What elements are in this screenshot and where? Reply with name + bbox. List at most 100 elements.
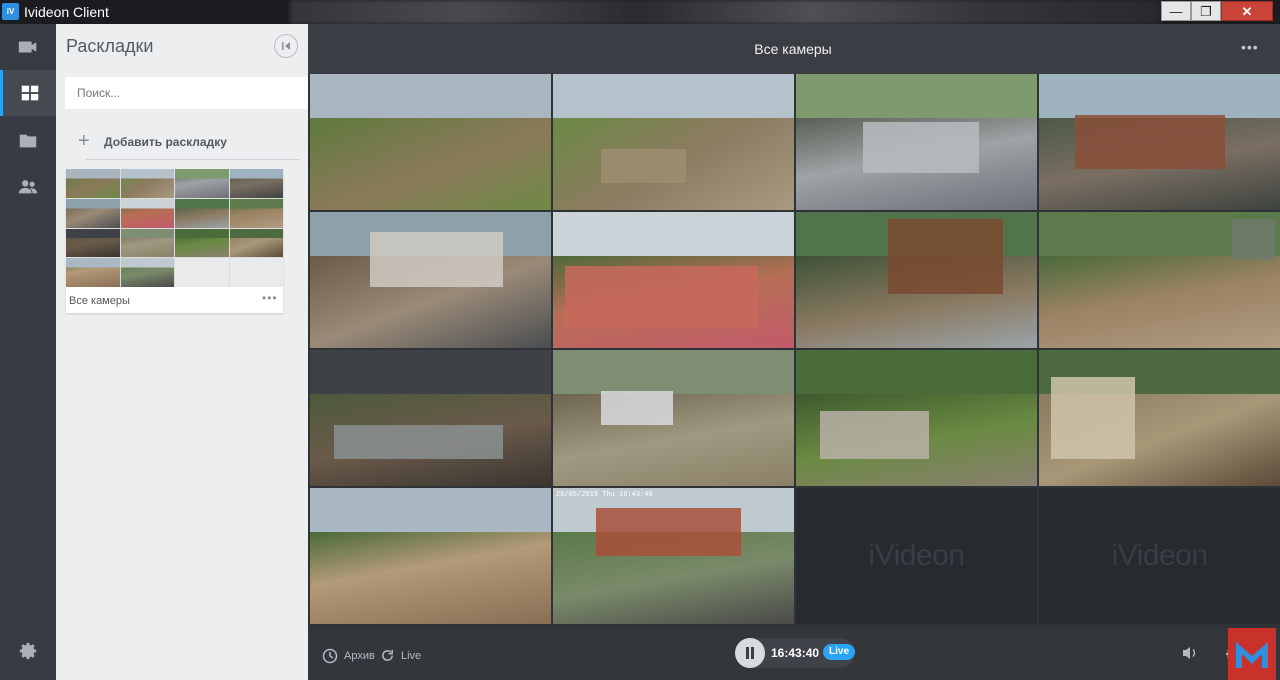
camera-feed-structure: [1051, 377, 1136, 459]
camera-feed-sky: [796, 350, 1037, 394]
ivideon-app-icon: iV: [2, 3, 19, 20]
camera-tile[interactable]: [553, 74, 794, 210]
nav-settings[interactable]: [0, 628, 56, 674]
camera-feed-sky: [310, 74, 551, 118]
panel-divider: [86, 159, 300, 160]
layout-thumbnail-cell: [175, 258, 229, 287]
collapse-left-icon: [282, 42, 290, 50]
camera-feed-structure: [565, 266, 758, 328]
camera-tile[interactable]: [796, 74, 1037, 210]
layouts-panel: Раскладки + Добавить раскладку Все камер…: [56, 24, 308, 680]
nav-rail: [0, 24, 56, 680]
camera-feed-ground: [310, 531, 551, 624]
minimize-button[interactable]: —: [1161, 1, 1191, 21]
window-titlebar: iV Ivideon Client — ❐ ✕: [0, 0, 1280, 24]
add-layout-button[interactable]: + Добавить раскладку: [78, 130, 227, 153]
gear-icon: [19, 642, 37, 660]
camera-feed-structure: [370, 232, 503, 287]
camera-tile[interactable]: [1039, 350, 1280, 486]
playback-controls: Архив Live 16:43:40 Live: [308, 628, 1280, 680]
titlebar-background: [290, 0, 1160, 24]
live-button[interactable]: Live: [380, 648, 421, 663]
camera-feed-structure: [601, 390, 674, 425]
empty-camera-slot[interactable]: iVideon: [796, 488, 1037, 624]
layout-more-button[interactable]: •••: [262, 291, 278, 305]
nav-cameras[interactable]: [0, 24, 56, 70]
camera-tile[interactable]: [796, 350, 1037, 486]
camera-feed-structure: [1231, 218, 1276, 260]
layout-thumbnail-cell: [66, 228, 120, 258]
add-layout-label: Добавить раскладку: [104, 134, 227, 149]
camera-feed-ground: [553, 393, 794, 486]
current-time: 16:43:40: [771, 646, 820, 660]
users-icon: [18, 180, 38, 194]
camera-grid: 26/05/2019 Thu 16:43:40 iVideon iVideon: [310, 74, 1280, 626]
maximize-button[interactable]: ❐: [1191, 1, 1221, 21]
layout-thumbnail-cell: [66, 258, 120, 287]
layout-thumbnail-grid: [66, 169, 283, 287]
camera-feed-ground: [1039, 255, 1280, 348]
camera-feed-sky: [553, 212, 794, 256]
layout-thumbnail-cell: [229, 258, 283, 287]
main-more-button[interactable]: •••: [1241, 39, 1259, 55]
search-input[interactable]: [65, 77, 308, 109]
live-label: Live: [401, 649, 422, 662]
camera-feed-structure: [820, 411, 929, 459]
camera-tile[interactable]: [310, 488, 551, 624]
live-badge: Live: [823, 644, 856, 660]
layouts-grid-icon: [21, 85, 38, 101]
camera-feed-structure: [1075, 114, 1225, 170]
pause-button[interactable]: [735, 638, 765, 668]
camera-tile[interactable]: [310, 212, 551, 348]
nav-users[interactable]: [0, 164, 56, 210]
camera-timestamp: 26/05/2019 Thu 16:43:40: [556, 491, 653, 499]
camera-tile[interactable]: 26/05/2019 Thu 16:43:40: [553, 488, 794, 624]
camera-feed-ground: [310, 117, 551, 210]
window-title: Ivideon Client: [24, 4, 109, 20]
camera-feed-structure: [887, 218, 1004, 294]
camera-feed-structure: [334, 424, 503, 459]
ivideon-logo: iVideon: [1111, 539, 1208, 572]
layout-thumbnail-cell: [175, 228, 229, 258]
camera-feed-sky: [553, 350, 794, 394]
plus-icon: +: [78, 130, 90, 152]
m-logo-icon: [1236, 642, 1268, 668]
archive-button[interactable]: Архив: [322, 648, 375, 664]
layout-thumbnail-cell: [120, 258, 174, 287]
layout-thumbnail-cell: [120, 198, 174, 228]
close-button[interactable]: ✕: [1221, 1, 1273, 21]
camera-tile[interactable]: [796, 212, 1037, 348]
layout-thumbnail-cell: [175, 198, 229, 228]
camera-feed-structure: [596, 508, 741, 556]
camera-tile[interactable]: [310, 350, 551, 486]
camera-tile[interactable]: [1039, 74, 1280, 210]
volume-button[interactable]: [1182, 646, 1198, 665]
camera-feed-sky: [310, 488, 551, 532]
layout-thumbnail-cell: [66, 198, 120, 228]
speaker-icon: [1183, 647, 1196, 659]
empty-camera-slot[interactable]: iVideon: [1039, 488, 1280, 624]
watermark-logo: [1228, 628, 1276, 680]
main-view: Все камеры ••• 26/05/2019 Thu 16:43:40 iV…: [308, 24, 1280, 680]
layout-card-all-cameras[interactable]: Все камеры •••: [66, 169, 283, 313]
collapse-panel-button[interactable]: [274, 34, 298, 58]
layout-name: Все камеры: [69, 295, 130, 307]
camera-feed-sky: [310, 350, 551, 394]
camera-feed-structure: [863, 121, 980, 174]
layout-thumbnail-cell: [120, 169, 174, 198]
refresh-icon: [382, 649, 393, 661]
camera-feed-sky: [553, 74, 794, 118]
camera-tile[interactable]: [553, 350, 794, 486]
camera-feed-sky: [796, 74, 1037, 118]
archive-label: Архив: [344, 650, 375, 662]
layout-thumbnail-cell: [66, 169, 120, 198]
layout-thumbnail-cell: [229, 169, 283, 198]
camera-icon: [18, 41, 37, 53]
camera-tile[interactable]: [310, 74, 551, 210]
camera-tile[interactable]: [553, 212, 794, 348]
main-header: Все камеры •••: [308, 24, 1280, 74]
nav-files[interactable]: [0, 118, 56, 164]
nav-layouts[interactable]: [0, 70, 56, 116]
clock-icon: [322, 648, 338, 664]
camera-tile[interactable]: [1039, 212, 1280, 348]
